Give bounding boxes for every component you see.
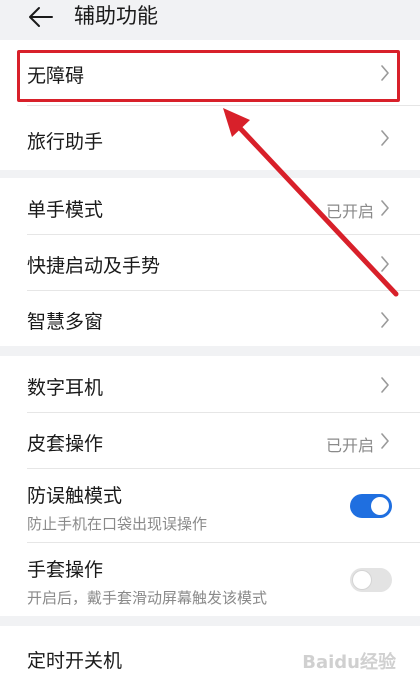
row-digital-earphone[interactable]: 数字耳机 xyxy=(0,356,420,412)
row-anti-mistouch-subtitle: 防止手机在口袋出现误操作 xyxy=(27,515,208,533)
chevron-right-icon xyxy=(381,377,389,393)
row-cover-operation-status: 已开启 xyxy=(325,436,374,455)
toggle-knob xyxy=(371,497,389,515)
row-one-hand-mode-status: 已开启 xyxy=(325,202,374,221)
chevron-right-icon xyxy=(381,130,389,146)
row-accessibility-label: 无障碍 xyxy=(27,65,85,87)
settings-group-3: 数字耳机 皮套操作 已开启 防误触模式 防止手机在口袋出现误操作 手套操作 开启… xyxy=(0,356,420,616)
settings-group-2: 单手模式 已开启 快捷启动及手势 智慧多窗 xyxy=(0,178,420,346)
row-quick-launch-gestures-label: 快捷启动及手势 xyxy=(27,255,161,277)
row-glove-operation-label: 手套操作 xyxy=(27,559,104,581)
row-digital-earphone-label: 数字耳机 xyxy=(27,377,104,399)
row-one-hand-mode-label: 单手模式 xyxy=(27,199,104,221)
page-title: 辅助功能 xyxy=(74,4,158,28)
settings-group-1: 无障碍 旅行助手 xyxy=(0,40,420,170)
app-header: 辅助功能 xyxy=(0,0,420,40)
back-arrow-icon[interactable] xyxy=(26,2,56,32)
row-glove-operation[interactable]: 手套操作 开启后，戴手套滑动屏幕触发该模式 xyxy=(0,542,420,616)
row-anti-mistouch-label: 防误触模式 xyxy=(27,485,123,507)
toggle-knob xyxy=(353,571,371,589)
row-scheduled-power-label: 定时开关机 xyxy=(27,650,123,672)
baidu-watermark: Baidu经验 xyxy=(302,652,396,673)
row-smart-multiwindow[interactable]: 智慧多窗 xyxy=(0,290,420,346)
glove-operation-toggle[interactable] xyxy=(350,568,392,592)
chevron-right-icon xyxy=(381,433,389,449)
chevron-right-icon xyxy=(381,65,389,81)
row-quick-launch-gestures[interactable]: 快捷启动及手势 xyxy=(0,234,420,290)
row-cover-operation[interactable]: 皮套操作 已开启 xyxy=(0,412,420,468)
chevron-right-icon xyxy=(381,200,389,216)
row-anti-mistouch[interactable]: 防误触模式 防止手机在口袋出现误操作 xyxy=(0,468,420,542)
row-travel-assistant[interactable]: 旅行助手 xyxy=(0,105,420,170)
anti-mistouch-toggle[interactable] xyxy=(350,494,392,518)
row-glove-operation-subtitle: 开启后，戴手套滑动屏幕触发该模式 xyxy=(27,589,268,607)
row-accessibility[interactable]: 无障碍 xyxy=(0,40,420,105)
row-cover-operation-label: 皮套操作 xyxy=(27,433,104,455)
row-smart-multiwindow-label: 智慧多窗 xyxy=(27,311,104,333)
chevron-right-icon xyxy=(381,312,389,328)
row-travel-assistant-label: 旅行助手 xyxy=(27,131,104,153)
row-one-hand-mode[interactable]: 单手模式 已开启 xyxy=(0,178,420,234)
chevron-right-icon xyxy=(381,256,389,272)
